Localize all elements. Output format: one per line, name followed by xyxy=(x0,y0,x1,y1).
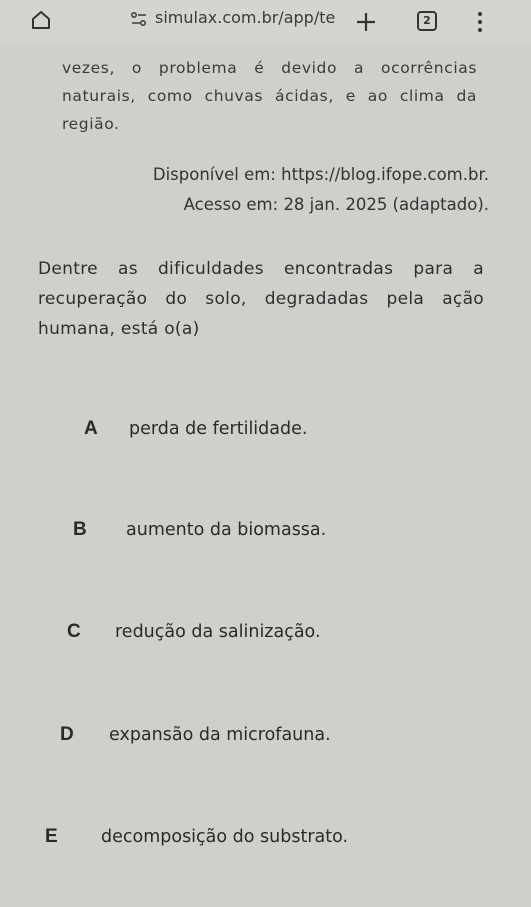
option-text: expansão da microfauna. xyxy=(109,725,331,745)
option-text: perda de fertilidade. xyxy=(129,419,308,439)
option-letter: B xyxy=(73,519,87,540)
source-citation: Disponível em: https://blog.ifope.com.br… xyxy=(153,160,489,220)
address-bar[interactable]: simulax.com.br/app/te xyxy=(155,8,345,27)
option-b[interactable]: Baumento da biomassa. xyxy=(73,519,326,541)
question-page: vezes, o problema é devido a ocorrências… xyxy=(0,44,531,907)
source-accessed: Acesso em: 28 jan. 2025 (adaptado). xyxy=(183,195,489,214)
option-letter: E xyxy=(45,826,58,847)
option-letter: D xyxy=(60,724,74,745)
source-available: Disponível em: https://blog.ifope.com.br… xyxy=(152,165,489,184)
option-d[interactable]: Dexpansão da microfauna. xyxy=(60,724,331,746)
option-text: decomposição do substrato. xyxy=(101,827,349,847)
option-text: aumento da biomassa. xyxy=(126,520,327,540)
tab-switcher-icon[interactable]: 2 xyxy=(417,11,437,31)
option-letter: C xyxy=(67,621,81,642)
passage-text: vezes, o problema é devido a ocorrências… xyxy=(62,59,477,133)
browser-toolbar: simulax.com.br/app/te 2 xyxy=(0,0,531,44)
site-settings-icon[interactable] xyxy=(130,11,148,29)
option-a[interactable]: Aperda de fertilidade. xyxy=(84,418,307,440)
option-c[interactable]: Credução da salinização. xyxy=(67,621,321,643)
question-text: Dentre as dificuldades encontradas para … xyxy=(38,259,484,339)
plus-icon[interactable] xyxy=(354,10,378,34)
home-icon[interactable] xyxy=(30,9,52,31)
more-vert-icon[interactable] xyxy=(476,12,484,34)
option-text: redução da salinização. xyxy=(115,622,321,642)
option-letter: A xyxy=(84,418,98,439)
option-e[interactable]: Edecomposição do substrato. xyxy=(45,826,348,848)
